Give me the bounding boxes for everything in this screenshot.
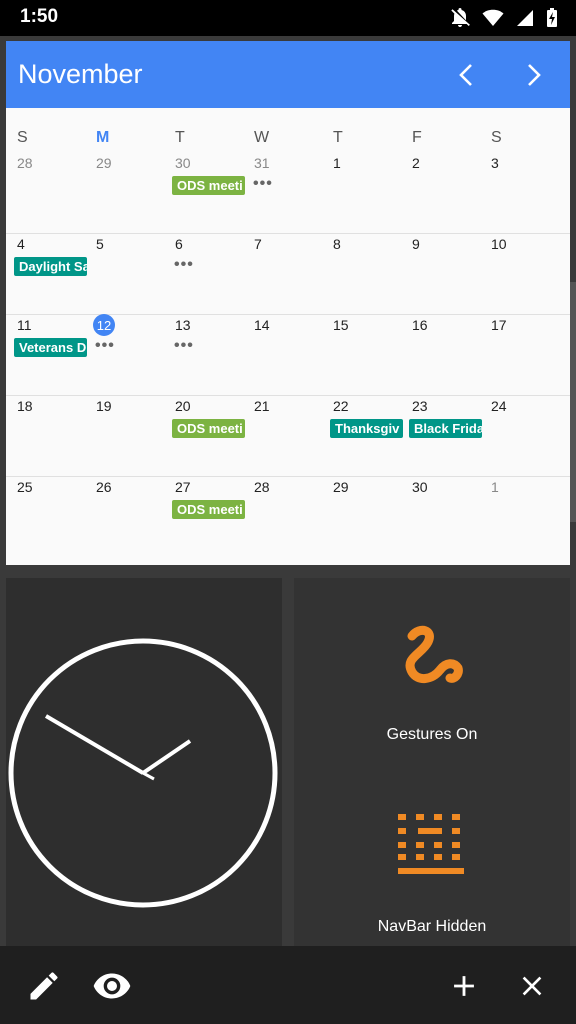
clock-minute-hand xyxy=(44,714,145,775)
day-cell[interactable]: 31 xyxy=(254,155,270,171)
more-events-indicator[interactable]: ••• xyxy=(253,175,273,193)
weekday-wed: W xyxy=(254,129,270,146)
event-ods-meeting[interactable]: ODS meeti xyxy=(172,500,245,519)
day-cell[interactable]: 27 xyxy=(175,479,191,495)
signal-icon xyxy=(517,10,533,26)
chevron-right-icon xyxy=(528,64,541,86)
navbar-label: NavBar Hidden xyxy=(377,918,487,935)
weekday-fri: F xyxy=(412,129,422,146)
event-veterans-day[interactable]: Veterans D xyxy=(14,338,87,357)
more-events-indicator[interactable]: ••• xyxy=(174,256,194,274)
battery-charging-icon xyxy=(547,8,557,27)
analog-clock-face xyxy=(8,638,278,908)
analog-clock-widget[interactable] xyxy=(6,578,282,946)
weekday-tue: T xyxy=(175,129,185,146)
event-daylight-saving[interactable]: Daylight Sa xyxy=(14,257,87,276)
weekday-sat: S xyxy=(491,129,502,146)
quick-tiles-widget: Gestures On NavBar Hidden xyxy=(294,578,570,946)
day-cell[interactable]: 22 xyxy=(333,398,349,414)
day-cell[interactable]: 28 xyxy=(17,155,33,171)
edit-button[interactable] xyxy=(24,966,64,1006)
day-cell[interactable]: 21 xyxy=(254,398,270,414)
preview-button[interactable] xyxy=(92,966,132,1006)
edit-icon xyxy=(30,972,58,1000)
day-cell[interactable]: 4 xyxy=(17,236,25,252)
weekday-thu: T xyxy=(333,129,343,146)
day-cell[interactable]: 26 xyxy=(96,479,112,495)
navbar-hidden-icon xyxy=(398,814,464,874)
day-cell[interactable]: 19 xyxy=(96,398,112,414)
day-cell[interactable]: 10 xyxy=(491,236,507,252)
week-divider xyxy=(6,476,570,477)
more-events-indicator[interactable]: ••• xyxy=(174,337,194,355)
day-cell[interactable]: 8 xyxy=(333,236,341,252)
day-cell[interactable]: 3 xyxy=(491,155,499,171)
day-cell[interactable]: 9 xyxy=(412,236,420,252)
gesture-squiggle-icon xyxy=(405,625,463,683)
status-bar: 1:50 xyxy=(0,0,576,36)
day-cell[interactable]: 6 xyxy=(175,236,183,252)
more-events-indicator[interactable]: ••• xyxy=(95,337,115,355)
day-cell[interactable]: 28 xyxy=(254,479,270,495)
today-indicator[interactable]: 12 xyxy=(93,314,115,336)
day-cell[interactable]: 16 xyxy=(412,317,428,333)
day-cell[interactable]: 24 xyxy=(491,398,507,414)
day-cell[interactable]: 29 xyxy=(96,155,112,171)
day-cell[interactable]: 2 xyxy=(412,155,420,171)
add-icon xyxy=(454,976,474,996)
weekday-sun: S xyxy=(17,129,28,146)
bottom-action-bar xyxy=(0,946,576,1024)
scroll-indicator xyxy=(570,282,576,522)
day-cell[interactable]: 1 xyxy=(491,479,499,495)
calendar-widget[interactable]: November S M T W T F S 28 29 30 31 1 2 3… xyxy=(6,41,570,565)
clock-hour-hand xyxy=(141,739,192,775)
week-divider xyxy=(6,233,570,234)
close-button[interactable] xyxy=(512,966,552,1006)
gestures-toggle[interactable]: Gestures On xyxy=(294,608,570,748)
weekday-mon: M xyxy=(96,129,110,146)
day-cell[interactable]: 18 xyxy=(17,398,33,414)
calendar-header: November xyxy=(6,41,570,108)
notifications-off-icon xyxy=(451,8,470,27)
next-month-button[interactable] xyxy=(518,59,550,91)
day-cell[interactable]: 17 xyxy=(491,317,507,333)
status-time: 1:50 xyxy=(20,6,59,27)
day-cell[interactable]: 13 xyxy=(175,317,191,333)
event-black-friday[interactable]: Black Frida xyxy=(409,419,482,438)
day-cell[interactable]: 15 xyxy=(333,317,349,333)
day-cell[interactable]: 30 xyxy=(412,479,428,495)
gestures-label: Gestures On xyxy=(386,726,478,743)
event-ods-meeting[interactable]: ODS meeti xyxy=(172,176,245,195)
day-cell[interactable]: 14 xyxy=(254,317,270,333)
navbar-toggle[interactable]: NavBar Hidden xyxy=(294,798,570,943)
day-cell[interactable]: 7 xyxy=(254,236,262,252)
previous-month-button[interactable] xyxy=(450,59,482,91)
day-cell[interactable]: 30 xyxy=(175,155,191,171)
close-icon xyxy=(522,976,542,996)
day-cell[interactable]: 25 xyxy=(17,479,33,495)
event-ods-meeting[interactable]: ODS meeti xyxy=(172,419,245,438)
day-cell[interactable]: 5 xyxy=(96,236,104,252)
week-divider xyxy=(6,395,570,396)
wifi-icon xyxy=(482,9,504,27)
event-thanksgiving[interactable]: Thanksgiv xyxy=(330,419,403,438)
day-cell[interactable]: 29 xyxy=(333,479,349,495)
day-cell[interactable]: 11 xyxy=(17,317,32,333)
day-cell[interactable]: 23 xyxy=(412,398,428,414)
eye-icon xyxy=(93,973,131,999)
day-cell[interactable]: 20 xyxy=(175,398,191,414)
status-icons xyxy=(450,7,558,29)
day-cell[interactable]: 1 xyxy=(333,155,341,171)
week-divider xyxy=(6,314,570,315)
add-widget-button[interactable] xyxy=(444,966,484,1006)
chevron-left-icon xyxy=(459,64,472,86)
calendar-month-title: November xyxy=(18,59,143,89)
